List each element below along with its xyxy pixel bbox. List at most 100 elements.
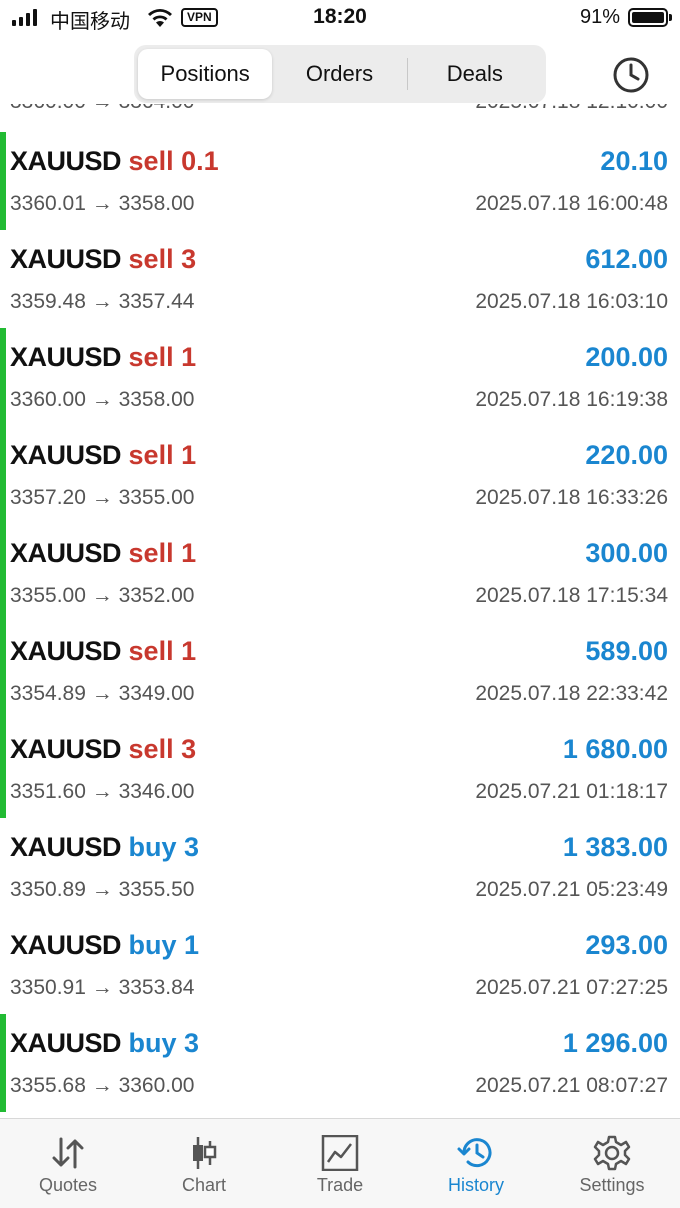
deal-time: 2025.07.18 17:15:34	[475, 584, 668, 607]
profit-value: 1 383.00	[562, 832, 668, 862]
deal-time: 2025.07.21 08:07:27	[475, 1074, 668, 1097]
list-item[interactable]: XAUUSD buy 3 1 383.00 3350.89 → 3355.50 202…	[0, 820, 680, 918]
deal-time: 2025.07.18 22:33:42	[475, 682, 668, 705]
price-range: 3359.48 → 3357.44	[10, 290, 195, 313]
settings-icon	[593, 1135, 631, 1171]
price-range: 3350.89 → 3355.50	[10, 878, 195, 901]
profit-value: 589.00	[585, 636, 668, 666]
side-volume-label: sell 0.1	[128, 146, 219, 176]
list-item[interactable]: XAUUSD sell 3 1 680.00 3351.60 → 3346.00 20…	[0, 720, 680, 820]
price-range: 3354.89 → 3349.00	[10, 682, 195, 705]
price-range: 3360.00 → 3358.00	[10, 388, 195, 411]
deal-title: XAUUSD buy 3	[10, 1028, 199, 1059]
side-volume-label: sell 1	[128, 440, 197, 470]
symbol-label: XAUUSD	[10, 342, 122, 372]
list-item[interactable]: XAUUSD sell 1 300.00 3355.00 → 3352.00 2025…	[0, 524, 680, 624]
deal-time: 2025.07.21 05:23:49	[475, 878, 668, 901]
tab-chart[interactable]: Chart	[136, 1119, 272, 1208]
profit-value: 1 680.00	[562, 734, 668, 764]
list-item[interactable]: XAUUSD sell 1 589.00 3354.89 → 3349.00 2025…	[0, 622, 680, 722]
price-range: 3357.20 → 3355.00	[10, 486, 195, 509]
tab-history-label: History	[447, 1175, 504, 1195]
tab-history[interactable]: History	[408, 1119, 544, 1208]
tab-orders[interactable]: Orders	[272, 49, 406, 99]
profit-marker	[0, 524, 6, 622]
side-volume-label: sell 3	[128, 244, 197, 274]
list-item[interactable]: XAUUSD buy 3 1 296.00 3355.68 → 3360.00 202…	[0, 1014, 680, 1114]
price-range: 3360.01 → 3358.00	[10, 192, 195, 215]
profit-marker	[0, 622, 6, 720]
profit-value: 200.00	[585, 342, 668, 372]
tab-settings[interactable]: Settings	[544, 1119, 680, 1208]
list-item[interactable]: XAUUSD sell 1 200.00 3360.00 → 3358.00 2025…	[0, 328, 680, 428]
profit-value: 612.00	[585, 244, 668, 274]
profit-marker	[0, 328, 6, 426]
profit-value: 220.00	[585, 440, 668, 470]
deal-title: XAUUSD sell 3	[10, 244, 196, 275]
side-volume-label: buy 1	[128, 930, 200, 960]
profit-value: 1 296.00	[562, 1028, 668, 1058]
bottom-tab-bar: Quotes Chart Trade History Settings	[0, 1118, 680, 1208]
profit-marker	[0, 720, 6, 818]
tab-quotes[interactable]: Quotes	[0, 1119, 136, 1208]
side-volume-label: sell 3	[128, 734, 197, 764]
side-volume-label: buy 3	[128, 832, 200, 862]
price-range: 3351.60 → 3346.00	[10, 780, 195, 803]
deal-title: XAUUSD sell 1	[10, 636, 196, 667]
deal-time: 2025.07.18 16:19:38	[475, 388, 668, 411]
deal-time: 2025.07.21 01:18:17	[475, 780, 668, 803]
side-volume-label: sell 1	[128, 342, 197, 372]
symbol-label: XAUUSD	[10, 146, 122, 176]
symbol-label: XAUUSD	[10, 244, 122, 274]
deal-title: XAUUSD buy 1	[10, 930, 199, 961]
positions-list: XAUUSD sell 0.1 20.10 3360.01 → 3358.00 202…	[0, 104, 680, 1118]
battery-percent: 91%	[579, 6, 620, 28]
symbol-label: XAUUSD	[10, 1028, 122, 1058]
tab-trade[interactable]: Trade	[272, 1119, 408, 1208]
history-icon	[457, 1138, 492, 1168]
symbol-label: XAUUSD	[10, 538, 122, 568]
price-range: 3350.91 → 3353.84	[10, 976, 195, 999]
symbol-label: XAUUSD	[10, 636, 122, 666]
deal-time: 2025.07.18 16:03:10	[475, 290, 668, 313]
side-volume-label: sell 1	[128, 538, 197, 568]
tab-quotes-label: Quotes	[38, 1175, 98, 1195]
profit-marker	[0, 426, 6, 524]
list-item[interactable]: XAUUSD sell 3 612.00 3359.48 → 3357.44 2025…	[0, 232, 680, 330]
profit-marker	[0, 132, 6, 230]
trade-icon	[321, 1135, 359, 1171]
tab-trade-label: Trade	[316, 1175, 364, 1195]
list-item[interactable]: XAUUSD sell 1 220.00 3357.20 → 3355.00 2025…	[0, 426, 680, 526]
quotes-icon	[52, 1137, 84, 1169]
deal-time: 2025.07.18 16:00:48	[475, 192, 668, 215]
deal-title: XAUUSD sell 1	[10, 440, 196, 471]
side-volume-label: sell 1	[128, 636, 197, 666]
history-segment-control: Positions Orders Deals	[134, 45, 546, 103]
deal-title: XAUUSD sell 3	[10, 734, 196, 765]
symbol-label: XAUUSD	[10, 930, 122, 960]
tab-deals[interactable]: Deals	[408, 49, 542, 99]
tab-chart-label: Chart	[181, 1175, 226, 1195]
status-time: 18:20	[313, 5, 367, 28]
profit-value: 300.00	[585, 538, 668, 568]
list-item[interactable]: XAUUSD sell 0.1 20.10 3360.01 → 3358.00 202…	[0, 132, 680, 232]
profit-value: 20.10	[600, 146, 668, 176]
profit-marker	[0, 1014, 6, 1112]
tab-positions[interactable]: Positions	[138, 49, 273, 99]
tab-settings-label: Settings	[579, 1175, 645, 1195]
symbol-label: XAUUSD	[10, 832, 122, 862]
battery-icon	[628, 8, 672, 27]
chart-icon	[193, 1137, 217, 1169]
deal-time: 2025.07.21 07:27:25	[475, 976, 668, 999]
period-clock-icon[interactable]	[612, 56, 650, 94]
deal-title: XAUUSD sell 0.1	[10, 146, 219, 177]
deal-title: XAUUSD buy 3	[10, 832, 199, 863]
list-item[interactable]: XAUUSD buy 1 293.00 3350.91 → 3353.84 2025.…	[0, 918, 680, 1016]
deal-title: XAUUSD sell 1	[10, 342, 196, 373]
price-range: 3355.00 → 3352.00	[10, 584, 195, 607]
deal-title: XAUUSD sell 1	[10, 538, 196, 569]
profit-value: 293.00	[585, 930, 668, 960]
side-volume-label: buy 3	[128, 1028, 200, 1058]
symbol-label: XAUUSD	[10, 440, 122, 470]
price-range: 3355.68 → 3360.00	[10, 1074, 195, 1097]
